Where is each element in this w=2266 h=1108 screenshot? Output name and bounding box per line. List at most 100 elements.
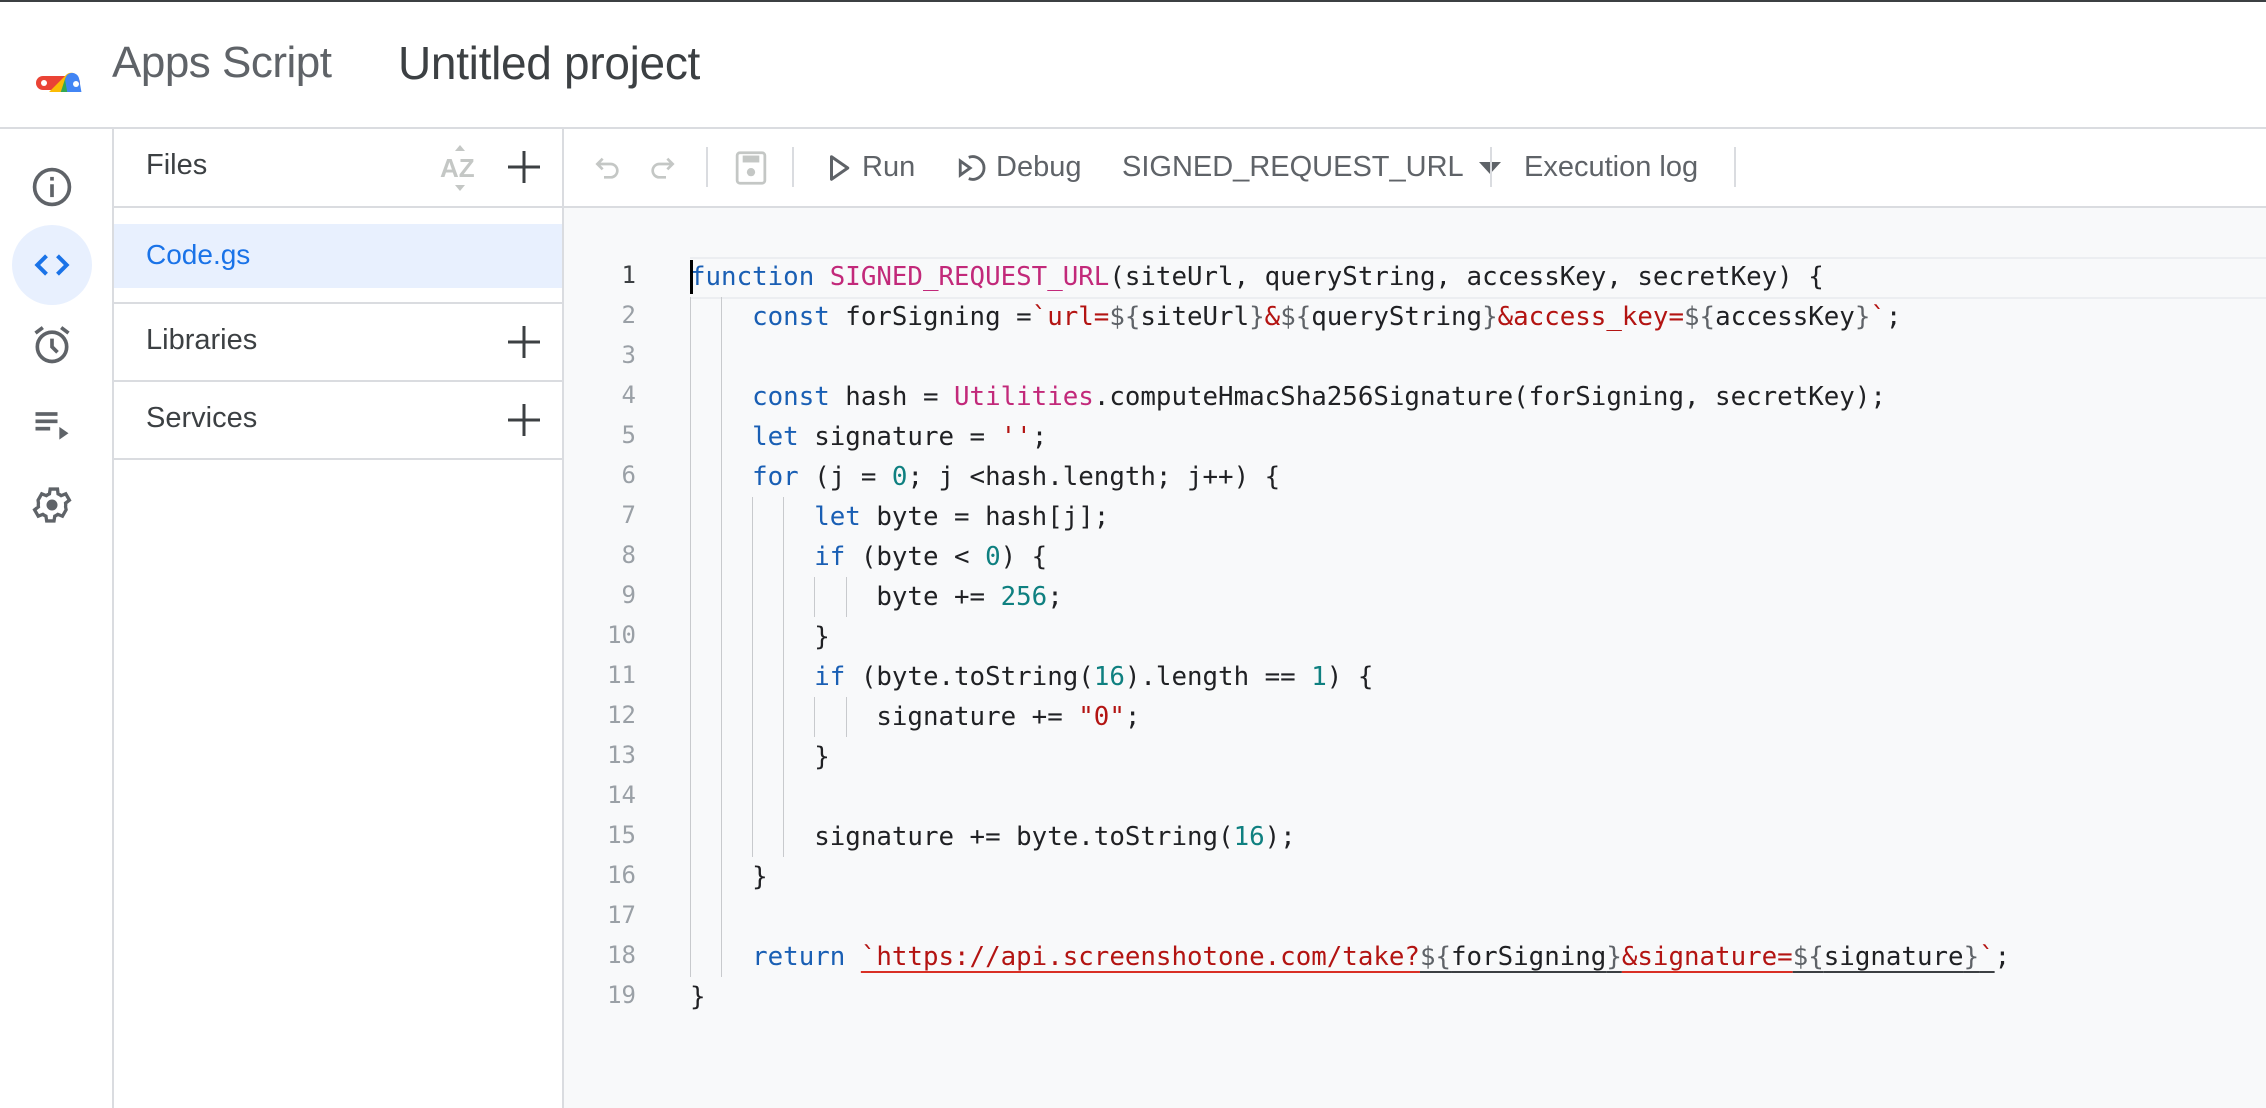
debug-button[interactable]: Debug [956,129,1081,206]
code-token: (byte.toString( [845,662,1094,692]
rail-editor-button[interactable] [12,225,92,305]
code-token: accessKey [1715,302,1855,332]
indent-guide [721,457,723,497]
indent-guide [752,537,754,577]
rail-executions-button[interactable] [12,385,92,465]
indent-guide [721,337,723,377]
line-number: 16 [607,861,636,889]
code-line[interactable]: if (byte < 0) { [690,537,1047,577]
save-button[interactable] [734,129,768,206]
code-token: if [814,662,846,692]
code-token: ${ [1792,942,1824,972]
code-token: ${ [1109,302,1141,332]
run-button[interactable]: Run [826,129,915,206]
code-line[interactable]: } [690,857,768,897]
code-icon [34,254,70,276]
rail-settings-button[interactable] [12,465,92,545]
indent-guide [752,497,754,537]
text-cursor [690,260,693,294]
code-line[interactable]: if (byte.toString(16).length == 1) { [690,657,1373,697]
line-number: 14 [607,781,636,809]
selected-function-name: SIGNED_REQUEST_URL [1122,151,1464,183]
code-token: "0" [1078,702,1125,732]
code-token: } [1249,302,1265,332]
code-line[interactable]: signature += "0"; [690,697,1140,737]
run-label: Run [862,151,916,183]
code-token: queryString [1311,302,1483,332]
code-token: } [1963,942,1980,972]
code-token: 0 [891,462,908,492]
code-token: if [814,542,846,572]
code-token: ${ [1280,302,1312,332]
line-number: 9 [621,581,636,609]
indent-guide [690,777,691,817]
rail-triggers-button[interactable] [12,305,92,385]
apps-script-logo-icon[interactable] [34,36,102,92]
undo-button[interactable] [592,129,624,206]
indent-guide [783,817,785,857]
indent-guide [783,497,785,537]
debug-icon [958,154,986,181]
libraries-section: Libraries [114,304,562,382]
code-token: forSigning [1451,942,1607,972]
indent-guide [690,697,691,737]
code-line[interactable]: } [690,617,830,657]
add-service-plus-icon[interactable] [504,400,544,440]
code-token: ) { [1326,662,1374,692]
rail-overview-button[interactable] [12,147,92,227]
code-line[interactable]: const forSigning =`url=${siteUrl}&${quer… [690,297,1901,337]
code-token: (siteUrl, queryString, accessKey, secret… [1109,262,1824,292]
indent-guide [783,577,785,617]
code-editor[interactable]: 1 function SIGNED_REQUEST_URL(siteUrl, qu… [564,208,2266,1108]
indent-guide [690,417,691,457]
line-number: 10 [607,621,636,649]
line-number: 6 [621,461,636,489]
code-token: ${ [1684,302,1716,332]
add-library-plus-icon[interactable] [504,322,544,362]
code-token: (byte < [845,542,986,572]
project-title[interactable]: Untitled project [398,36,700,90]
code-token: ); [1264,822,1296,852]
info-icon [32,167,72,207]
indent-guide [752,817,754,857]
code-token: signature [1823,942,1964,972]
line-number: 3 [621,341,636,369]
code-line[interactable]: return `https://api.screenshotone.com/ta… [690,937,2010,977]
file-item-code-gs[interactable]: Code.gs [114,224,562,288]
code-line[interactable]: let signature = ''; [690,417,1047,457]
line-number: 18 [607,941,636,969]
save-icon [735,150,767,185]
indent-guide [721,377,723,417]
code-token: ${ [1419,942,1452,972]
indent-guide [690,817,691,857]
indent-guide [783,617,785,657]
execution-log-button[interactable]: Execution log [1524,129,1698,206]
alarm-clock-icon [34,326,70,364]
code-line[interactable]: } [690,737,830,777]
code-line[interactable]: function SIGNED_REQUEST_URL(siteUrl, que… [690,257,1824,297]
add-file-plus-icon[interactable] [504,147,544,187]
line-number: 8 [621,541,636,569]
redo-button[interactable] [646,129,678,206]
indent-guide [721,497,723,537]
function-select-dropdown[interactable]: SIGNED_REQUEST_URL [1122,129,1502,206]
code-token: } [690,622,830,652]
code-token: for [752,462,799,492]
sort-az-icon[interactable]: AZ [438,143,482,193]
code-line[interactable]: byte += 256; [690,577,1062,617]
indent-guide [721,737,723,777]
code-token: Utilities [954,382,1094,412]
code-line[interactable]: signature += byte.toString(16); [690,817,1296,857]
code-token: siteUrl [1140,302,1250,332]
services-label: Services [146,402,258,434]
code-line[interactable]: for (j = 0; j <hash.length; j++) { [690,457,1280,497]
indent-guide [783,537,785,577]
executions-icon [35,412,69,440]
code-token: ` [1870,302,1886,332]
code-line[interactable]: const hash = Utilities.computeHmacSha256… [690,377,1886,417]
code-token: &signature= [1621,942,1793,972]
indent-guide [690,737,691,777]
code-token: signature = [798,422,1001,452]
code-token: `url= [1031,302,1110,332]
code-line[interactable]: } [690,977,706,1017]
